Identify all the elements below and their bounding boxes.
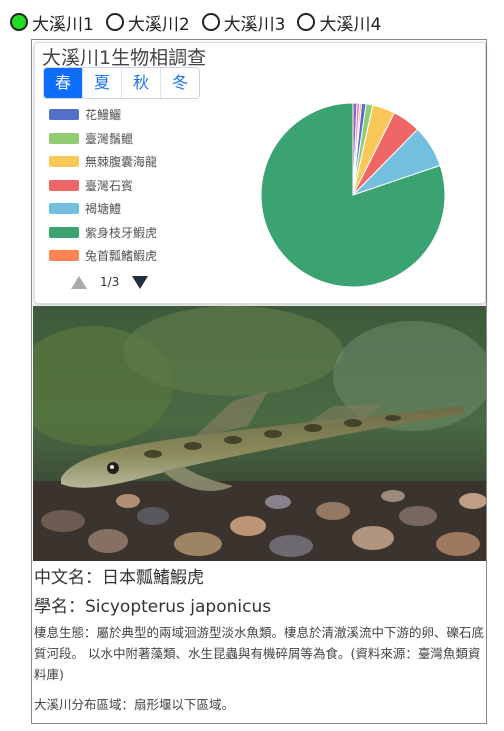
legend-label: 臺灣石賓 xyxy=(85,178,134,193)
radio-label: 大溪川4 xyxy=(319,14,382,35)
legend-pager: 1/3 xyxy=(71,275,149,289)
legend-swatch xyxy=(49,250,79,262)
site-radio-group: 大溪川1 大溪川2 大溪川3 大溪川4 xyxy=(10,10,393,35)
legend-swatch xyxy=(49,179,79,191)
chart-card: 大溪川1生物相調查 春 夏 秋 冬 花鰻鱺臺灣鬚鱲無棘腹囊海龍 臺灣石賓褐塘鱧紫身… xyxy=(34,42,486,304)
tab-summer[interactable]: 夏 xyxy=(83,68,122,98)
legend-item[interactable]: 紫身枝牙鰕虎 xyxy=(49,221,157,245)
pager-text: 1/3 xyxy=(100,275,120,289)
radio-label: 大溪川3 xyxy=(223,14,286,35)
tab-spring[interactable]: 春 xyxy=(44,68,83,98)
legend-label: 紫身枝牙鰕虎 xyxy=(85,225,158,240)
radio-unselected-icon xyxy=(297,13,316,31)
legend-item[interactable]: 無棘腹囊海龍 xyxy=(49,150,157,174)
radio-site-2[interactable]: 大溪川2 xyxy=(105,10,190,35)
legend-item[interactable]: 臺灣鬚鱲 xyxy=(49,127,157,151)
card-title: 大溪川1生物相調查 xyxy=(42,47,207,69)
legend-item[interactable]: 臺灣石賓 xyxy=(49,174,157,198)
tab-winter[interactable]: 冬 xyxy=(161,68,199,98)
chart-legend: 花鰻鱺臺灣鬚鱲無棘腹囊海龍 臺灣石賓褐塘鱧紫身枝牙鰕虎 兔首瓢鰭鰕虎 xyxy=(49,103,157,268)
pager-down-icon[interactable] xyxy=(132,275,149,289)
survey-panel: 大溪川1生物相調查 春 夏 秋 冬 花鰻鱺臺灣鬚鱲無棘腹囊海龍 臺灣石賓褐塘鱧紫身… xyxy=(31,39,487,724)
legend-label: 臺灣鬚鱲 xyxy=(85,131,134,146)
legend-swatch xyxy=(49,203,79,215)
legend-swatch xyxy=(49,132,79,144)
species-scientific-name: 學名：Sicyopterus japonicus xyxy=(34,597,272,617)
fish-photo xyxy=(33,306,486,561)
legend-swatch xyxy=(49,226,79,238)
species-ecology: 棲息生態：屬於典型的兩域洄游型淡水魚類。棲息於清澈溪流中下游的卵、礫石底質河段。… xyxy=(34,625,485,682)
radio-unselected-icon xyxy=(105,13,124,31)
legend-item[interactable]: 褐塘鱧 xyxy=(49,197,157,221)
legend-label: 兔首瓢鰭鰕虎 xyxy=(85,249,158,264)
season-tabs: 春 夏 秋 冬 xyxy=(43,67,200,99)
species-pie-chart xyxy=(260,102,446,288)
radio-site-4[interactable]: 大溪川4 xyxy=(297,10,381,35)
legend-label: 褐塘鱧 xyxy=(85,202,122,217)
species-distribution: 大溪川分布區域：扇形堰以下區域。 xyxy=(34,697,235,712)
radio-site-1[interactable]: 大溪川1 xyxy=(10,10,94,35)
tab-autumn[interactable]: 秋 xyxy=(122,68,161,98)
species-chinese-name: 中文名：日本瓢鰭鰕虎 xyxy=(34,568,204,588)
legend-item[interactable]: 花鰻鱺 xyxy=(49,103,157,127)
radio-selected-icon xyxy=(10,13,28,31)
radio-label: 大溪川2 xyxy=(127,14,190,35)
radio-unselected-icon xyxy=(201,13,220,31)
legend-swatch xyxy=(49,156,79,168)
legend-label: 無棘腹囊海龍 xyxy=(85,155,158,170)
legend-item[interactable]: 兔首瓢鰭鰕虎 xyxy=(49,244,157,268)
radio-site-3[interactable]: 大溪川3 xyxy=(201,10,286,35)
legend-label: 花鰻鱺 xyxy=(85,108,122,123)
radio-label: 大溪川1 xyxy=(32,14,94,35)
pager-up-icon[interactable] xyxy=(71,275,87,289)
legend-swatch xyxy=(49,109,79,121)
